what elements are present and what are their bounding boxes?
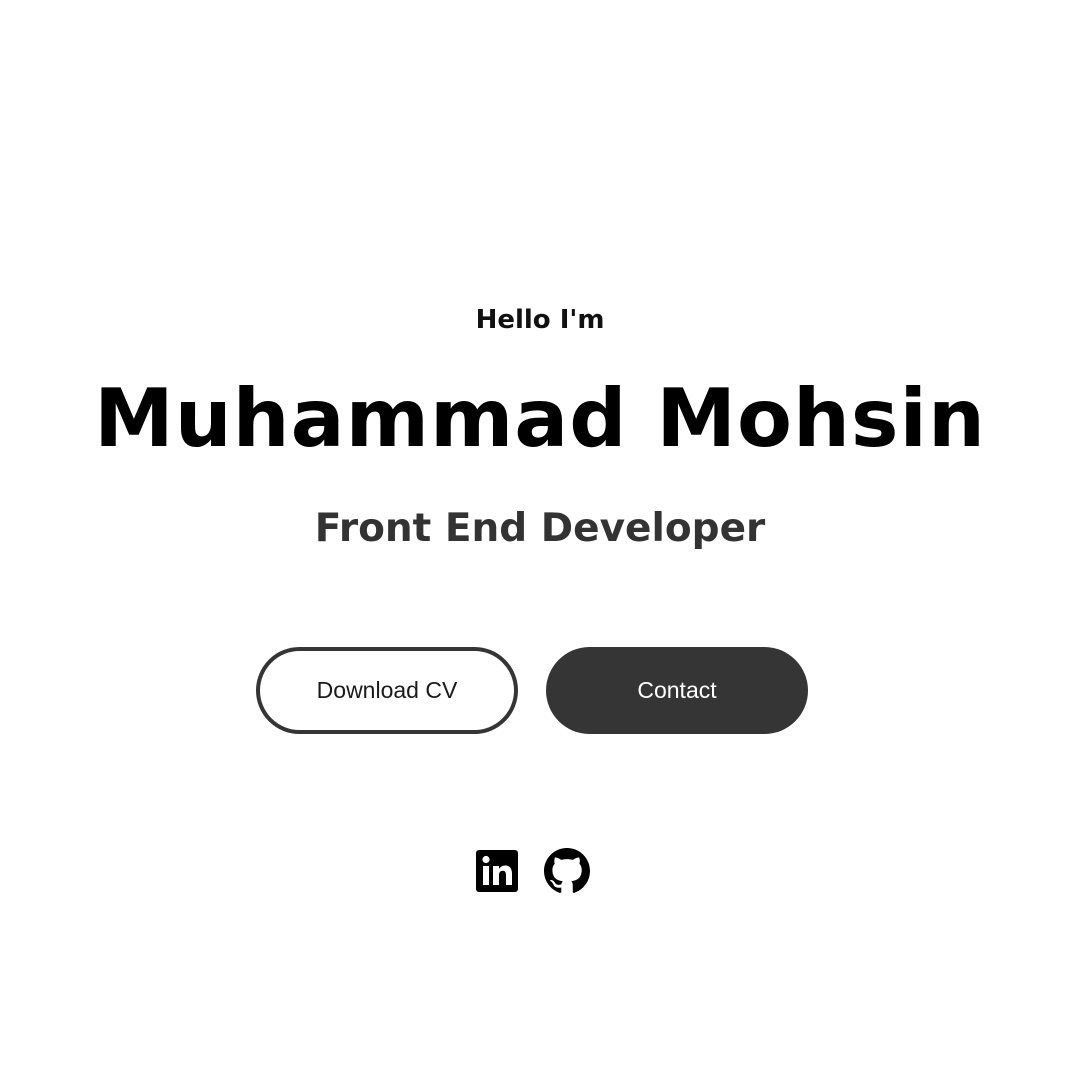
hero-section: Hello I'm Muhammad Mohsin Front End Deve…: [0, 0, 1080, 1080]
profile-name: Muhammad Mohsin: [94, 372, 986, 465]
social-links: [474, 848, 590, 894]
profile-role: Front End Developer: [314, 506, 766, 551]
download-cv-button[interactable]: Download CV: [256, 647, 518, 734]
greeting-text: Hello I'm: [475, 305, 605, 335]
contact-button[interactable]: Contact: [546, 647, 808, 734]
github-icon[interactable]: [544, 848, 590, 894]
linkedin-icon[interactable]: [474, 848, 520, 894]
